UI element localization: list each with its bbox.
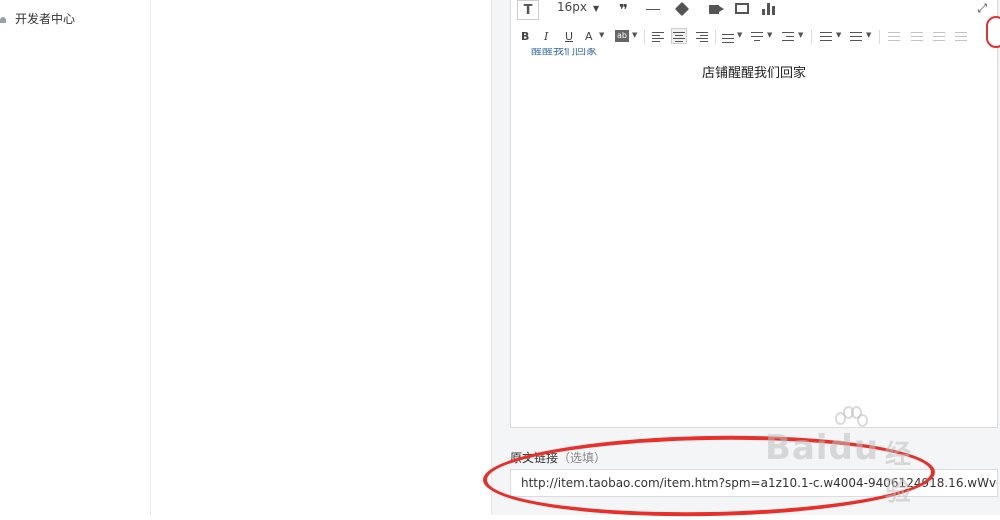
indent-icon[interactable] [782,32,794,42]
editor-panel: T 16px ▼ ❞ ⤢ B I U A ▼ ab ▼ ▼ ▼ ▼ ▼ ▼ 醒醒… [492,0,1000,515]
font-size-value: 16px [557,0,587,14]
chevron-down-icon: ▼ [836,31,842,39]
unordered-list-icon[interactable] [850,32,862,42]
highlight-color-icon[interactable]: ab [615,30,629,42]
nav-item-developer-center[interactable]: 开发者中心 [0,6,75,30]
nav-item-label: 开发者中心 [15,11,76,26]
paragraph-spacing-icon[interactable] [751,32,763,42]
chevron-down-icon: ▼ [737,31,743,39]
font-color-button[interactable]: A [585,29,593,45]
chart-icon[interactable] [762,3,775,15]
source-link-label: 原文链接（选填） [510,449,606,466]
watermark-logo: Baidu 经验 [765,406,911,507]
align-right-icon[interactable] [696,32,708,42]
chevron-down-icon: ▼ [798,31,804,39]
chevron-down-icon: ▼ [632,31,638,39]
chevron-down-icon: ▼ [866,31,872,39]
middle-column [151,0,492,515]
float-center-icon[interactable] [955,32,967,42]
ordered-list-icon[interactable] [820,32,832,42]
rich-text-editor[interactable]: T 16px ▼ ❞ ⤢ B I U A ▼ ab ▼ ▼ ▼ ▼ ▼ ▼ 醒醒… [510,0,998,428]
italic-button[interactable]: I [544,29,548,45]
bold-button[interactable]: B [521,29,529,45]
watermark-sub: 经验 [885,440,913,507]
video-icon[interactable] [709,5,724,14]
eraser-icon[interactable] [674,1,690,17]
watermark-text: Baidu [765,428,880,468]
float-right-icon[interactable] [933,32,945,42]
float-none-icon[interactable] [911,32,923,42]
source-link-title: 原文链接 [510,451,559,465]
align-center-icon [673,32,685,42]
chevron-down-icon: ▼ [599,31,605,39]
chevron-down-icon: ▼ [593,4,600,13]
text-style-button[interactable]: T [517,0,539,20]
image-icon[interactable] [735,3,749,14]
editor-toolbar-format: B I U A ▼ ab ▼ ▼ ▼ ▼ ▼ ▼ [511,26,997,48]
user-icon [0,12,12,24]
chevron-down-icon: ▼ [767,31,773,39]
horizontal-rule-icon[interactable] [646,9,660,10]
source-link-input[interactable]: http://item.taobao.com/item.htm?spm=a1z1… [510,469,998,497]
underline-button[interactable]: U [565,29,573,45]
editor-toolbar-top: T 16px ▼ ❞ ⤢ [511,0,997,22]
float-left-icon[interactable] [888,32,900,42]
expand-icon[interactable]: ⤢ [977,1,987,16]
quote-icon[interactable]: ❞ [619,1,628,19]
left-nav: 开发者中心 [0,0,151,515]
source-link-optional: （选填） [558,451,607,465]
editor-content-text[interactable]: 店铺醒醒我们回家 [511,62,997,81]
faded-text: 醒醒我们回家 [531,48,597,57]
floating-action-icon[interactable] [986,16,1000,48]
paw-icon [835,406,868,432]
line-height-icon[interactable] [722,32,734,43]
font-size-select[interactable]: 16px ▼ [557,0,599,14]
align-left-icon[interactable] [652,32,664,42]
